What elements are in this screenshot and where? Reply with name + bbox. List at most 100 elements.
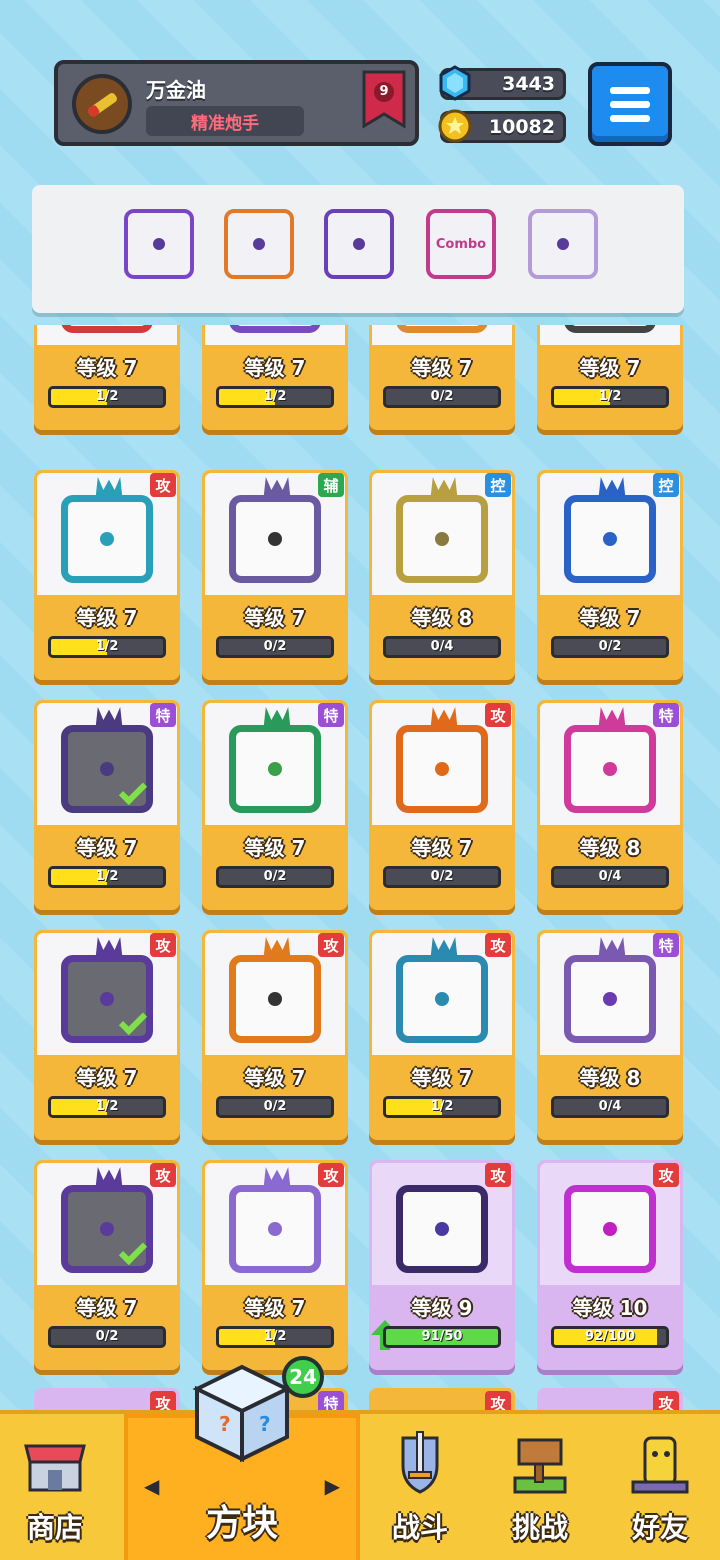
dice-card[interactable]: 辅等级 7 0/2 — [202, 470, 348, 680]
upgrade-progress-bar: 1/2 — [551, 386, 669, 408]
player-name: 万金油 — [146, 78, 206, 102]
dice-card[interactable]: 攻等级 7 1/2 — [369, 930, 515, 1140]
deck-slot-4[interactable]: Combo — [426, 209, 496, 279]
player-avatar[interactable] — [72, 74, 132, 134]
upgrade-progress-bar: 0/2 — [216, 636, 334, 658]
dice-pip-icon — [353, 238, 365, 250]
dice-card[interactable]: 攻等级 7 0/2 — [202, 930, 348, 1140]
dice-type-badge: 特 — [150, 703, 176, 727]
dice-level: 等级 7 — [76, 1296, 138, 1320]
progress-text: 1/2 — [95, 869, 119, 884]
dice-pip-icon — [603, 532, 617, 546]
menu-button[interactable] — [588, 62, 672, 146]
dice-card[interactable]: 等级 7 0/2 — [369, 325, 515, 430]
dice-card[interactable]: 特等级 7 1/2 — [34, 700, 180, 910]
upgrade-progress-bar: 1/2 — [383, 1096, 501, 1118]
dice-pip-icon — [603, 762, 617, 776]
rank-value: 9 — [379, 84, 389, 99]
dice-pip-icon — [100, 762, 114, 776]
dice-level: 等级 7 — [76, 836, 138, 860]
nav-prev-arrow[interactable]: ◀ — [144, 1474, 159, 1498]
progress-text: 91/50 — [421, 1329, 463, 1344]
dice-card[interactable]: 特等级 8 0/4 — [537, 930, 683, 1140]
dice-card[interactable]: 攻等级 7 0/2 — [369, 700, 515, 910]
dice-card[interactable]: 攻 — [537, 1388, 683, 1410]
nav-friends[interactable]: 好友 — [600, 1414, 720, 1560]
nav-blocks-label: 方块 — [205, 1503, 278, 1544]
dice-card[interactable]: 攻 — [34, 1388, 180, 1410]
dice-pip-icon — [435, 762, 449, 776]
nav-blocks[interactable]: 24 ◀ ▶ ? ? 方块 — [124, 1356, 360, 1560]
dice-level: 等级 10 — [572, 1296, 648, 1320]
dice-card[interactable]: 攻 — [369, 1388, 515, 1410]
progress-text: 1/2 — [95, 389, 119, 404]
dice-card[interactable]: 等级 7 1/2 — [537, 325, 683, 430]
dice-card[interactable]: 攻等级 7 0/2 — [34, 1160, 180, 1370]
dice-level: 等级 7 — [411, 1066, 473, 1090]
dice-pip-icon — [435, 532, 449, 546]
dice-level: 等级 7 — [244, 1296, 306, 1320]
dice-type-badge: 攻 — [150, 933, 176, 957]
dice-face — [564, 1185, 656, 1273]
cannon-icon — [87, 93, 117, 117]
equipped-deck: Combo — [32, 185, 684, 313]
upgrade-progress-bar: 0/4 — [551, 1096, 669, 1118]
dice-art — [540, 325, 680, 345]
dice-card[interactable]: 攻等级 7 1/2 — [202, 1160, 348, 1370]
progress-text: 0/4 — [598, 869, 622, 884]
upgrade-progress-bar: 0/2 — [216, 1096, 334, 1118]
deck-slot-1[interactable] — [124, 209, 194, 279]
menu-icon — [610, 86, 650, 94]
dice-face — [61, 495, 153, 583]
nav-next-arrow[interactable]: ▶ — [325, 1474, 340, 1498]
progress-text: 0/2 — [263, 1099, 287, 1114]
dice-card[interactable]: 攻等级 7 1/2 — [34, 470, 180, 680]
dice-card[interactable]: 控等级 8 0/4 — [369, 470, 515, 680]
dice-pip-icon — [153, 238, 165, 250]
player-profile-panel[interactable]: 万金油 精准炮手 9 — [54, 60, 419, 146]
nav-challenge[interactable]: 挑战 — [480, 1414, 600, 1560]
dice-collection-grid: 等级 7 1/2 等级 7 1/2 等级 7 0/2 等级 7 1/2 攻等级 7 1/2 辅等级 … — [0, 325, 720, 1410]
upgrade-progress-bar: 0/2 — [383, 386, 501, 408]
friend-character-icon — [631, 1436, 689, 1494]
dice-type-badge: 攻 — [318, 933, 344, 957]
dice-level: 等级 7 — [411, 356, 473, 380]
upgrade-progress-bar: 1/2 — [48, 636, 166, 658]
rank-badge[interactable]: 9 — [362, 70, 406, 130]
dice-face — [396, 725, 488, 813]
gem-counter[interactable]: 3443 — [439, 65, 566, 101]
dice-card[interactable]: 等级 7 1/2 — [202, 325, 348, 430]
signboard-icon — [513, 1438, 567, 1494]
progress-text: 1/2 — [95, 639, 119, 654]
dice-card[interactable]: 控等级 7 0/2 — [537, 470, 683, 680]
dice-type-badge: 特 — [653, 933, 679, 957]
dice-level: 等级 7 — [244, 356, 306, 380]
coin-counter[interactable]: 10082 — [438, 109, 566, 143]
progress-text: 0/4 — [430, 639, 454, 654]
deck-slot-3[interactable] — [324, 209, 394, 279]
dice-type-badge: 攻 — [485, 1163, 511, 1187]
dice-card[interactable]: 攻等级 10 92/100 — [537, 1160, 683, 1370]
dice-face — [564, 725, 656, 813]
dice-face — [564, 495, 656, 583]
shop-icon — [24, 1444, 86, 1492]
dice-card[interactable]: 特等级 7 0/2 — [202, 700, 348, 910]
dice-card[interactable]: 攻等级 9 91/50 — [369, 1160, 515, 1370]
dice-face — [396, 1185, 488, 1273]
dice-card[interactable]: 攻等级 7 1/2 — [34, 930, 180, 1140]
dice-pip-icon — [253, 238, 265, 250]
dice-card[interactable]: 等级 7 1/2 — [34, 325, 180, 430]
nav-shop[interactable]: 商店 — [0, 1414, 110, 1560]
nav-battle[interactable]: 战斗 — [360, 1414, 480, 1560]
dice-type-badge: 攻 — [150, 1163, 176, 1187]
deck-slot-2[interactable] — [224, 209, 294, 279]
dice-pip-icon — [435, 992, 449, 1006]
dice-type-badge: 辅 — [318, 473, 344, 497]
upgrade-progress-bar: 1/2 — [48, 386, 166, 408]
dice-level: 等级 7 — [579, 606, 641, 630]
upgrade-progress-bar: 92/100 — [551, 1326, 669, 1348]
upgrade-progress-bar: 1/2 — [48, 866, 166, 888]
upgrade-progress-bar: 0/2 — [48, 1326, 166, 1348]
deck-slot-5[interactable] — [528, 209, 598, 279]
dice-card[interactable]: 特等级 8 0/4 — [537, 700, 683, 910]
